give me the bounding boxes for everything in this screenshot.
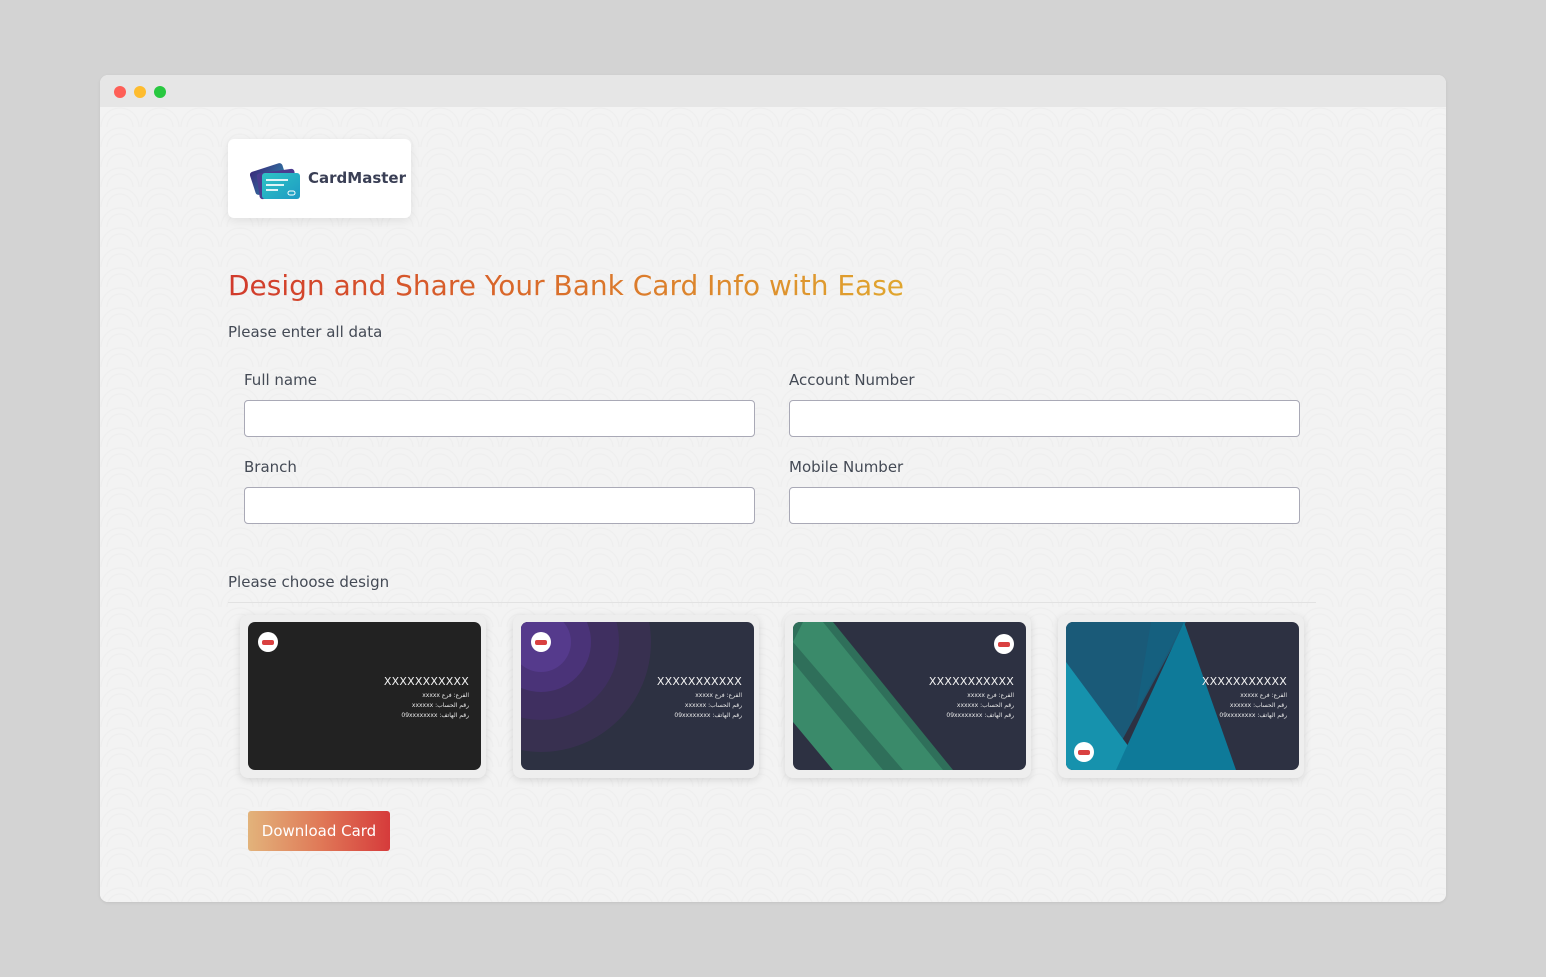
design-section-label: Please choose design <box>228 573 390 591</box>
card-branch-line: الفرع: فرع xxxxx <box>1240 692 1287 699</box>
card-branch-line: الفرع: فرع xxxxx <box>695 692 742 699</box>
card-stack-icon <box>250 163 300 200</box>
branch-input[interactable] <box>244 487 755 524</box>
close-window-button[interactable] <box>114 86 126 98</box>
card-account-line: رقم الحساب: xxxxxx <box>684 702 742 709</box>
design-option-teal-triangles[interactable]: XXXXXXXXXXX الفرع: فرع xxxxx رقم الحساب:… <box>1058 615 1304 778</box>
brand-name: CardMaster <box>308 169 406 187</box>
bank-logo-icon <box>994 634 1014 654</box>
mobile-number-label: Mobile Number <box>789 458 904 476</box>
card-branch-line: الفرع: فرع xxxxx <box>422 692 469 699</box>
card-account-line: رقم الحساب: xxxxxx <box>956 702 1014 709</box>
page-title: Design and Share Your Bank Card Info wit… <box>228 269 905 302</box>
mobile-number-input[interactable] <box>789 487 1300 524</box>
download-card-button[interactable]: Download Card <box>248 811 390 851</box>
full-name-input[interactable] <box>244 400 755 437</box>
design-option-black[interactable]: XXXXXXXXXXX الفرع: فرع xxxxx رقم الحساب:… <box>240 615 486 778</box>
card-phone-line: رقم الهاتف: 09xxxxxxxx <box>674 712 742 719</box>
card-number: XXXXXXXXXXX <box>656 675 742 688</box>
card-account-line: رقم الحساب: xxxxxx <box>1229 702 1287 709</box>
account-number-input[interactable] <box>789 400 1300 437</box>
brand-logo[interactable]: CardMaster <box>228 139 411 218</box>
page-subtitle: Please enter all data <box>228 323 383 341</box>
card-phone-line: رقم الهاتف: 09xxxxxxxx <box>946 712 1014 719</box>
bank-logo-icon <box>531 632 551 652</box>
card-preview: XXXXXXXXXXX الفرع: فرع xxxxx رقم الحساب:… <box>1066 622 1299 770</box>
minimize-window-button[interactable] <box>134 86 146 98</box>
card-preview: XXXXXXXXXXX الفرع: فرع xxxxx رقم الحساب:… <box>521 622 754 770</box>
full-name-label: Full name <box>244 371 317 389</box>
card-phone-line: رقم الهاتف: 09xxxxxxxx <box>1219 712 1287 719</box>
card-number: XXXXXXXXXXX <box>928 675 1014 688</box>
maximize-window-button[interactable] <box>154 86 166 98</box>
branch-label: Branch <box>244 458 297 476</box>
card-phone-line: رقم الهاتف: 09xxxxxxxx <box>401 712 469 719</box>
card-branch-line: الفرع: فرع xxxxx <box>967 692 1014 699</box>
account-number-label: Account Number <box>789 371 915 389</box>
card-preview: XXXXXXXXXXX الفرع: فرع xxxxx رقم الحساب:… <box>248 622 481 770</box>
card-number: XXXXXXXXXXX <box>1201 675 1287 688</box>
card-number: XXXXXXXXXXX <box>383 675 469 688</box>
card-preview: XXXXXXXXXXX الفرع: فرع xxxxx رقم الحساب:… <box>793 622 1026 770</box>
bank-logo-icon <box>258 632 278 652</box>
page-content: CardMaster Design and Share Your Bank Ca… <box>100 107 1446 902</box>
section-divider <box>228 602 1316 603</box>
design-option-purple-circles[interactable]: XXXXXXXXXXX الفرع: فرع xxxxx رقم الحساب:… <box>513 615 759 778</box>
design-option-green-stripes[interactable]: XXXXXXXXXXX الفرع: فرع xxxxx رقم الحساب:… <box>785 615 1031 778</box>
browser-window: CardMaster Design and Share Your Bank Ca… <box>100 75 1446 902</box>
bank-logo-icon <box>1074 742 1094 762</box>
card-account-line: رقم الحساب: xxxxxx <box>411 702 469 709</box>
window-titlebar <box>100 75 1446 107</box>
